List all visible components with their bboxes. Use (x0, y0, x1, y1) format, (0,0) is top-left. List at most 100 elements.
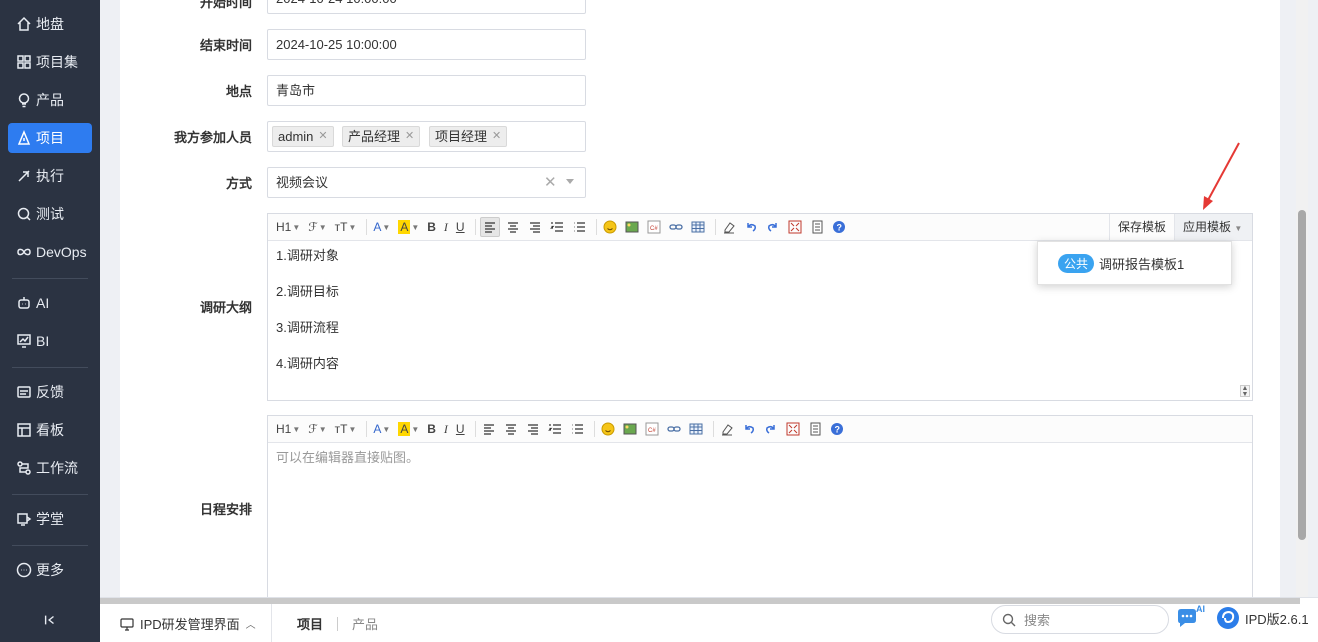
font-size-button[interactable]: тT ▼ (333, 419, 359, 439)
template-option[interactable]: 公共 调研报告模板1 (1058, 253, 1184, 273)
underline-button[interactable]: U (454, 217, 467, 237)
bold-button[interactable]: B (425, 217, 438, 237)
clear-icon[interactable]: ✕ (544, 173, 557, 191)
align-center-button[interactable] (504, 217, 522, 237)
sidebar-item-bi[interactable]: BI (8, 326, 92, 356)
font-color-icon: A (373, 422, 382, 436)
ai-assistant-button[interactable]: AI (1176, 604, 1205, 630)
heading-button[interactable]: H1 ▼ (274, 217, 302, 237)
highlight-button[interactable]: A ▼ (396, 217, 421, 237)
clear-format-button[interactable] (718, 419, 736, 439)
align-right-icon (529, 222, 540, 233)
italic-button[interactable]: I (442, 419, 450, 439)
font-size-button[interactable]: тT ▼ (333, 217, 359, 237)
link-button[interactable] (665, 419, 683, 439)
bold-button[interactable]: B (425, 419, 438, 439)
sidebar-item-school[interactable]: 学堂 (8, 504, 92, 534)
sidebar-item-program[interactable]: 项目集 (8, 47, 92, 77)
sidebar-item-project[interactable]: 项目 (8, 123, 92, 153)
sidebar-item-product[interactable]: 产品 (8, 85, 92, 115)
bullet-list-button[interactable] (570, 217, 588, 237)
fullscreen-button[interactable] (784, 419, 802, 439)
heading-button[interactable]: H1 ▼ (274, 419, 302, 439)
remove-icon[interactable]: ✕ (405, 127, 414, 146)
help-button[interactable]: ? (828, 419, 846, 439)
sidebar-item-test[interactable]: 测试 (8, 199, 92, 229)
align-left-button[interactable] (480, 419, 498, 439)
align-center-icon (505, 424, 516, 435)
link-icon (668, 224, 683, 230)
remove-icon[interactable]: ✕ (318, 127, 327, 146)
participant-chip[interactable]: 产品经理 ✕ (342, 126, 421, 147)
emoji-button[interactable] (599, 419, 617, 439)
save-template-button[interactable]: 保存模板 (1108, 214, 1174, 240)
font-color-button[interactable]: A ▼ (371, 419, 392, 439)
sidebar-item-label: DevOps (36, 244, 87, 260)
image-button[interactable] (623, 217, 641, 237)
code-button[interactable]: C# (643, 419, 661, 439)
ordered-list-button[interactable] (548, 217, 566, 237)
code-button[interactable]: C# (645, 217, 663, 237)
font-family-button[interactable]: ℱ ▼ (306, 217, 328, 237)
editor-toolbar: H1 ▼ ℱ ▼ тT ▼ A ▼ A ▼ B I U C# (268, 214, 1252, 241)
apply-template-button[interactable]: 应用模板 ▼ (1174, 214, 1252, 240)
bullet-list-button[interactable] (568, 419, 586, 439)
schedule-editor-body[interactable]: 可以在编辑器直接贴图。 (268, 443, 1252, 491)
sidebar-item-ai[interactable]: AI (8, 288, 92, 318)
sidebar-item-execution[interactable]: 执行 (8, 161, 92, 191)
start-time-field[interactable]: 2024-10-24 10:00:00 (267, 0, 586, 14)
table-button[interactable] (687, 419, 705, 439)
help-button[interactable]: ? (830, 217, 848, 237)
end-time-field[interactable]: 2024-10-25 10:00:00 (267, 29, 586, 60)
sidebar-item-more[interactable]: 更多 (8, 555, 92, 585)
source-button[interactable] (808, 217, 826, 237)
redo-icon (765, 425, 775, 434)
align-center-button[interactable] (502, 419, 520, 439)
align-left-button[interactable] (479, 217, 500, 237)
fullscreen-button[interactable] (786, 217, 804, 237)
scrollbar-thumb[interactable] (1298, 210, 1306, 540)
link-button[interactable] (667, 217, 685, 237)
table-button[interactable] (689, 217, 707, 237)
font-color-button[interactable]: A ▼ (371, 217, 392, 237)
chevron-down-icon[interactable] (566, 179, 574, 184)
align-right-button[interactable] (526, 217, 544, 237)
sidebar-collapse-button[interactable] (0, 600, 100, 642)
highlight-button[interactable]: A ▼ (396, 419, 421, 439)
image-button[interactable] (621, 419, 639, 439)
redo-button[interactable] (764, 217, 782, 237)
participant-chip[interactable]: admin ✕ (272, 126, 334, 147)
source-button[interactable] (806, 419, 824, 439)
feedback-icon (15, 383, 33, 401)
sidebar-item-workflow[interactable]: 工作流 (8, 453, 92, 483)
search-input[interactable]: 搜索 (991, 605, 1169, 634)
emoji-button[interactable] (601, 217, 619, 237)
sidebar-item-devops[interactable]: DevOps (8, 237, 92, 267)
more-icon (15, 561, 33, 579)
breadcrumb-current[interactable]: 项目 (297, 614, 323, 633)
redo-button[interactable] (762, 419, 780, 439)
sidebar-item-home[interactable]: 地盘 (8, 9, 92, 39)
remove-icon[interactable]: ✕ (492, 127, 501, 146)
sidebar-item-kanban[interactable]: 看板 (8, 415, 92, 445)
align-right-button[interactable] (524, 419, 542, 439)
clear-format-button[interactable] (720, 217, 738, 237)
font-family-button[interactable]: ℱ ▼ (306, 419, 328, 439)
version-info[interactable]: IPD版2.6.1 (1216, 606, 1309, 630)
undo-button[interactable] (742, 217, 760, 237)
italic-button[interactable]: I (442, 217, 450, 237)
schedule-editor[interactable]: H1 ▼ ℱ ▼ тT ▼ A ▼ A ▼ B I U C# ? 可以在编辑器直… (267, 415, 1253, 597)
app-switcher[interactable]: IPD研发管理界面 ︿ (100, 604, 272, 642)
document-icon (810, 422, 821, 436)
method-select[interactable]: 视频会议 (267, 167, 586, 198)
participant-chip[interactable]: 项目经理 ✕ (429, 126, 508, 147)
breadcrumb-next[interactable]: 产品 (352, 614, 378, 633)
undo-button[interactable] (740, 419, 758, 439)
chevron-down-icon: ▼ (1234, 224, 1243, 233)
resize-handle[interactable]: ▲ ▼ (1240, 385, 1250, 398)
ordered-list-button[interactable] (546, 419, 564, 439)
underline-button[interactable]: U (454, 419, 467, 439)
help-icon: ? (832, 221, 845, 233)
location-field[interactable]: 青岛市 (267, 75, 586, 106)
sidebar-item-feedback[interactable]: 反馈 (8, 377, 92, 407)
